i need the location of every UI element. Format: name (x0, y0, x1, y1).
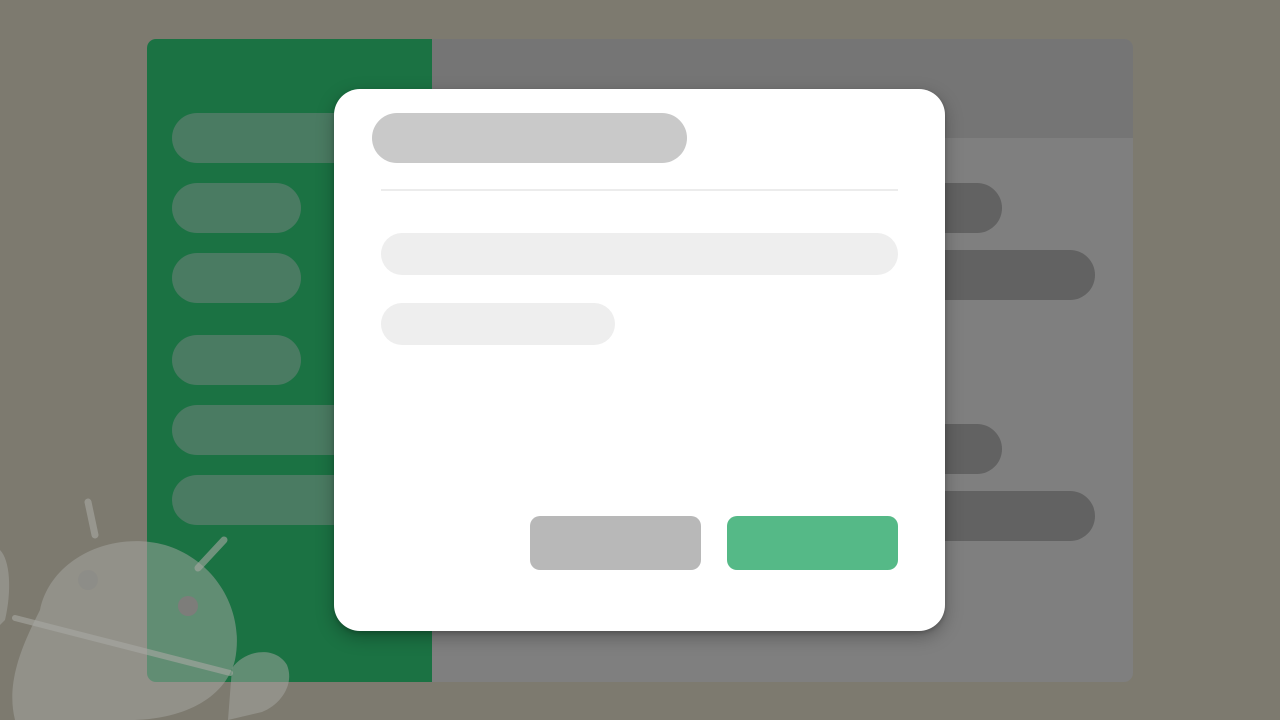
dialog-divider (381, 189, 898, 191)
android-mascot-icon (0, 498, 290, 720)
screen (0, 0, 1280, 720)
dialog-body-line (381, 303, 615, 345)
dialog-title (372, 113, 687, 163)
cancel-button[interactable] (530, 516, 701, 570)
sidebar-item[interactable] (172, 253, 301, 303)
sidebar-item[interactable] (172, 335, 301, 385)
modal-dialog (334, 89, 945, 631)
confirm-button[interactable] (727, 516, 898, 570)
sidebar-item[interactable] (172, 183, 301, 233)
dialog-body-line (381, 233, 898, 275)
